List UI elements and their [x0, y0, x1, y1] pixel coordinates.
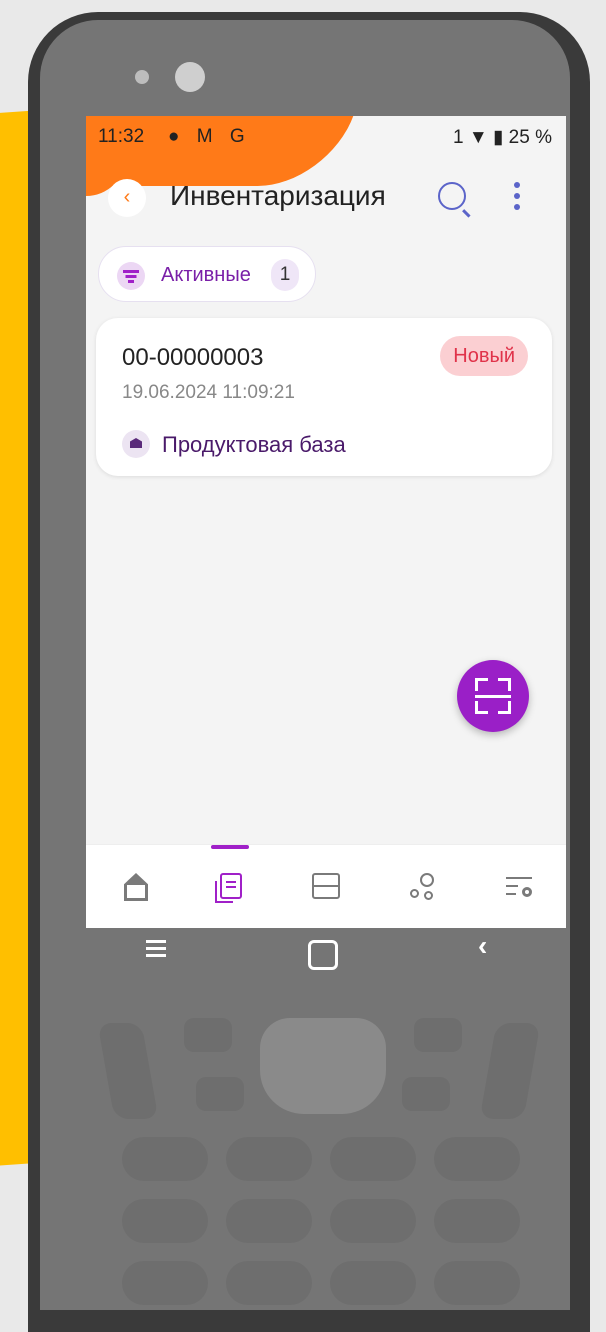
nav-home[interactable] — [116, 867, 156, 907]
key — [330, 1199, 416, 1243]
filter-count-badge: 1 — [271, 259, 299, 291]
menu-icon[interactable] — [146, 936, 166, 961]
warehouse-icon — [122, 430, 150, 458]
notification-icons: ● M G — [168, 126, 251, 147]
status-badge: Новый — [440, 336, 528, 376]
documents-icon — [215, 873, 242, 903]
filter-chip[interactable]: Активные 1 — [98, 246, 316, 302]
back-button[interactable]: ‹ — [108, 179, 146, 217]
bottom-navigation — [86, 844, 566, 928]
nav-settings[interactable] — [498, 867, 538, 907]
home-button-icon[interactable] — [308, 940, 338, 970]
chevron-left-icon: ‹ — [123, 186, 131, 208]
camera-lens — [175, 62, 205, 92]
nav-storage[interactable] — [306, 867, 346, 907]
side-key-right — [479, 1023, 541, 1119]
active-tab-indicator — [211, 845, 249, 849]
page-title: Инвентаризация — [170, 180, 386, 211]
more-vert-icon[interactable] — [514, 182, 520, 212]
key-f1 — [184, 1018, 232, 1052]
scan-trigger-key — [260, 1018, 386, 1114]
system-back-icon[interactable]: ‹ — [478, 930, 487, 962]
home-icon — [124, 873, 148, 901]
key — [122, 1261, 208, 1305]
key-f4 — [402, 1077, 450, 1111]
side-key-left — [97, 1023, 159, 1119]
status-time: 11:32 — [98, 126, 145, 147]
sensor-dot — [135, 70, 149, 84]
document-number: 00-00000003 — [122, 344, 264, 371]
key — [226, 1199, 312, 1243]
nav-processes[interactable] — [402, 867, 442, 907]
document-date: 19.06.2024 11:09:21 — [122, 382, 295, 403]
key — [226, 1261, 312, 1305]
key — [434, 1137, 520, 1181]
key — [226, 1137, 312, 1181]
bubbles-icon — [410, 873, 434, 901]
nav-documents[interactable] — [210, 867, 250, 907]
app-bar: ‹ Инвентаризация — [86, 172, 566, 228]
storage-icon — [312, 873, 340, 899]
key — [434, 1199, 520, 1243]
key — [434, 1261, 520, 1305]
filter-label: Активные — [161, 264, 251, 286]
key-f2 — [196, 1077, 244, 1111]
key — [122, 1199, 208, 1243]
key — [122, 1137, 208, 1181]
hardware-keypad — [96, 1015, 546, 1315]
document-card[interactable]: 00-00000003 19.06.2024 11:09:21 Новый Пр… — [96, 318, 552, 476]
app-screen: 11:32 ● M G 1 ▼ ▮ 25 % ‹ Инвентаризация … — [86, 116, 566, 928]
warehouse-name: Продуктовая база — [162, 432, 346, 457]
filter-icon — [117, 262, 145, 290]
key — [330, 1137, 416, 1181]
search-icon[interactable] — [438, 182, 466, 210]
key — [330, 1261, 416, 1305]
scan-icon — [475, 678, 511, 714]
system-navigation: ‹ — [86, 928, 566, 980]
status-bar: 11:32 ● M G 1 ▼ ▮ 25 % — [86, 116, 566, 156]
settings-list-icon — [506, 873, 532, 901]
scan-button[interactable] — [457, 660, 529, 732]
key-f3 — [414, 1018, 462, 1052]
status-right: 1 ▼ ▮ 25 % — [453, 127, 552, 148]
